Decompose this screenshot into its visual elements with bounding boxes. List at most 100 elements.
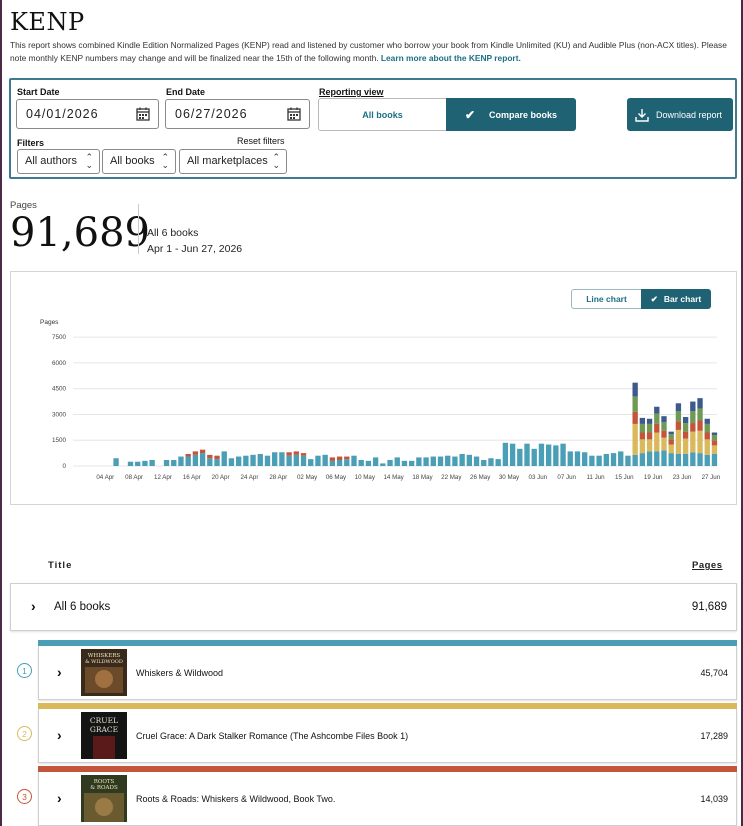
- bar-segment: [654, 432, 660, 452]
- bar-segment: [675, 403, 682, 412]
- bar-segment: [163, 459, 170, 466]
- x-tick-label: 07 Jun: [557, 474, 576, 481]
- download-report-button[interactable]: Download report: [627, 98, 733, 131]
- bar-segment: [423, 457, 429, 466]
- bar-segment: [654, 413, 660, 424]
- all-books-button[interactable]: All books: [318, 98, 447, 131]
- authors-select[interactable]: All authors ⌃ ⌄: [17, 149, 100, 174]
- reporting-view-toggle: All books ✔ Compare books: [318, 98, 576, 131]
- y-tick-label: 1500: [52, 437, 67, 444]
- bar-segment: [192, 451, 199, 455]
- bar-segment: [711, 445, 718, 454]
- bar-segment: [466, 454, 473, 466]
- bar-segment: [610, 453, 617, 466]
- bar-segment: [675, 411, 682, 422]
- bar-segment: [704, 439, 710, 455]
- bar-segment: [524, 443, 530, 466]
- learn-more-link[interactable]: Learn more about the KENP report.: [381, 53, 521, 63]
- x-tick-label: 27 Jun: [702, 474, 721, 481]
- book-rank-badge: 3: [17, 789, 32, 804]
- column-header-pages[interactable]: Pages: [692, 560, 723, 571]
- books-select[interactable]: All books ⌃ ⌄: [102, 149, 176, 174]
- svg-text:GRACE: GRACE: [90, 725, 118, 734]
- x-tick-label: 22 May: [441, 474, 462, 481]
- bar-segment: [618, 451, 624, 466]
- book-cover-image: WHISKERS & WILDWOOD: [81, 649, 127, 696]
- bar-chart-button[interactable]: ✔ Bar chart: [641, 289, 711, 309]
- chevron-right-icon[interactable]: ›: [57, 790, 62, 806]
- bar-segment: [639, 439, 646, 454]
- bar-segment: [344, 456, 350, 460]
- x-tick-label: 20 Apr: [212, 474, 230, 481]
- all-books-label: All 6 books: [54, 601, 111, 613]
- book-title: Roots & Roads: Whiskers & Wildwood, Book…: [136, 794, 336, 804]
- bar-segment: [207, 458, 213, 466]
- book-row[interactable]: › ROOTS & ROADS Roots & Roads: Whiskers …: [38, 766, 737, 826]
- bar-segment: [675, 421, 682, 430]
- x-tick-label: 15 Jun: [615, 474, 634, 481]
- line-chart-button[interactable]: Line chart: [571, 289, 642, 309]
- bar-segment: [632, 396, 638, 412]
- book-row[interactable]: › CRUEL GRACE Cruel Grace: A Dark Stalke…: [38, 703, 737, 763]
- bar-segment: [365, 460, 372, 466]
- bar-segment: [668, 434, 674, 440]
- bar-segment: [452, 456, 458, 466]
- bar-segment: [300, 453, 307, 456]
- x-tick-label: 02 May: [297, 474, 318, 481]
- bar-segment: [192, 454, 199, 466]
- x-tick-label: 12 Apr: [154, 474, 172, 481]
- book-pages: 14,039: [700, 794, 728, 804]
- bar-segment: [199, 453, 206, 466]
- y-tick-label: 0: [62, 463, 66, 470]
- start-date-input[interactable]: 04/01/2026: [16, 99, 159, 129]
- y-tick-label: 3000: [52, 411, 67, 418]
- calendar-icon[interactable]: [287, 107, 301, 121]
- bar-segment: [675, 453, 682, 466]
- bar-segment: [315, 455, 321, 466]
- calendar-icon[interactable]: [136, 107, 150, 121]
- checkmark-icon: ✔: [650, 293, 658, 304]
- chevron-right-icon[interactable]: ›: [57, 664, 62, 680]
- bar-segment: [257, 453, 263, 466]
- bar-segment: [682, 417, 689, 424]
- bar-segment: [531, 448, 537, 466]
- marketplaces-select[interactable]: All marketplaces ⌃ ⌄: [179, 149, 287, 174]
- bar-segment: [308, 459, 314, 466]
- bar-segment: [459, 453, 465, 466]
- bar-segment: [214, 459, 220, 466]
- bar-segment: [517, 448, 523, 466]
- description-text: This report shows combined Kindle Editio…: [10, 40, 727, 63]
- book-title: Whiskers & Wildwood: [136, 668, 224, 678]
- reset-filters-link[interactable]: Reset filters: [237, 136, 285, 146]
- bar-segment: [654, 423, 660, 433]
- bar-segment: [639, 453, 646, 466]
- page-description: This report shows combined Kindle Editio…: [10, 39, 738, 65]
- x-tick-label: 19 Jun: [644, 474, 663, 481]
- chevron-updown-icon: ⌃ ⌄: [161, 152, 169, 170]
- bar-segment: [654, 451, 660, 466]
- chevron-right-icon[interactable]: ›: [57, 727, 62, 743]
- bar-segment: [286, 455, 292, 466]
- bar-segment: [632, 423, 638, 455]
- bar-segment: [582, 452, 588, 466]
- all-books-row[interactable]: › All 6 books 91,689: [10, 583, 737, 631]
- bar-segment: [690, 411, 696, 424]
- download-label: Download report: [656, 109, 723, 120]
- bar-segment: [473, 456, 480, 466]
- bar-segment: [336, 456, 343, 460]
- column-header-title: Title: [48, 560, 73, 571]
- bar-segment: [697, 430, 703, 454]
- compare-books-button[interactable]: ✔ Compare books: [446, 98, 576, 131]
- bar-segment: [113, 458, 119, 466]
- bar-segment: [358, 459, 364, 466]
- page-title: KENP: [10, 8, 85, 36]
- bar-segment: [545, 444, 552, 466]
- bar-segment: [394, 457, 400, 466]
- end-date-input[interactable]: 06/27/2026: [165, 99, 310, 129]
- book-row[interactable]: › WHISKERS & WILDWOOD Whiskers & Wildwoo…: [38, 640, 737, 700]
- bar-segment: [387, 459, 393, 466]
- bar-segment: [336, 459, 343, 466]
- svg-text:& ROADS: & ROADS: [90, 785, 118, 791]
- chevron-right-icon[interactable]: ›: [31, 598, 36, 614]
- bar-segment: [300, 455, 307, 466]
